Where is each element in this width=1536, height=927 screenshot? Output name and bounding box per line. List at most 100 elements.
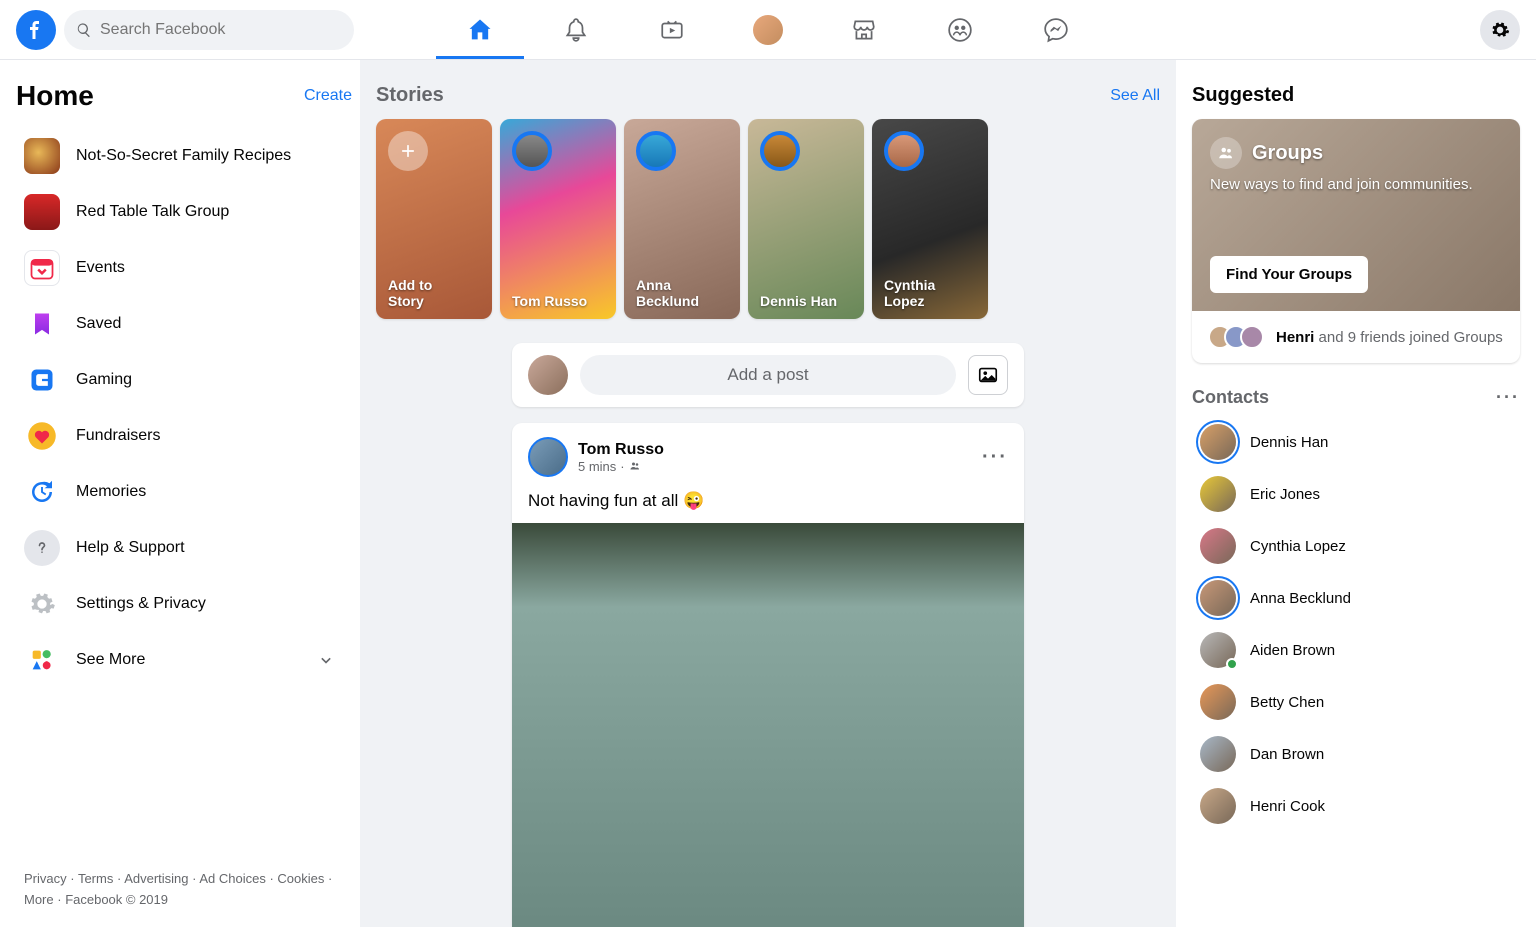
post-more-button[interactable]: ··· bbox=[982, 446, 1008, 469]
search-bar[interactable] bbox=[64, 10, 354, 50]
promo-subtitle: New ways to find and join communities. bbox=[1210, 175, 1502, 195]
video-icon bbox=[659, 17, 685, 43]
sidebar-item-label: Fundraisers bbox=[76, 427, 160, 445]
top-header bbox=[0, 0, 1536, 60]
facebook-logo[interactable] bbox=[16, 10, 56, 50]
nav-marketplace[interactable] bbox=[820, 0, 908, 59]
story-item[interactable]: Dennis Han bbox=[748, 119, 864, 319]
post-avatar[interactable] bbox=[528, 437, 568, 477]
story-avatar bbox=[512, 131, 552, 171]
post-time: 5 mins bbox=[578, 459, 616, 474]
post-author[interactable]: Tom Russo bbox=[578, 441, 664, 459]
saved-icon bbox=[24, 306, 60, 342]
story-item[interactable]: Cynthia Lopez bbox=[872, 119, 988, 319]
stories-row: Add to Story Tom Russo Anna Becklund Den… bbox=[376, 119, 1160, 319]
nav-watch[interactable] bbox=[628, 0, 716, 59]
contact-item[interactable]: Dennis Han bbox=[1192, 416, 1520, 468]
contact-avatar bbox=[1200, 424, 1236, 460]
main-feed: Stories See All Add to Story Tom Russo A… bbox=[360, 60, 1176, 927]
story-label: Anna Becklund bbox=[636, 277, 728, 309]
sidebar-item-fundraisers[interactable]: Fundraisers bbox=[16, 408, 352, 464]
avatar-stack bbox=[1208, 325, 1264, 349]
sidebar-item-saved[interactable]: Saved bbox=[16, 296, 352, 352]
sidebar-item-label: Red Table Talk Group bbox=[76, 203, 229, 221]
story-label: Add to Story bbox=[388, 277, 480, 309]
footer-link[interactable]: Cookies bbox=[277, 871, 324, 886]
home-title: Home bbox=[16, 80, 94, 112]
nav-messenger[interactable] bbox=[1012, 0, 1100, 59]
photo-icon bbox=[977, 364, 999, 386]
footer-link[interactable]: Advertising bbox=[124, 871, 188, 886]
composer-avatar[interactable] bbox=[528, 355, 568, 395]
search-input[interactable] bbox=[100, 21, 342, 39]
sidebar-item-gaming[interactable]: Gaming bbox=[16, 352, 352, 408]
contact-item[interactable]: Cynthia Lopez bbox=[1192, 520, 1520, 572]
sidebar-item-events[interactable]: Events bbox=[16, 240, 352, 296]
nav-notifications[interactable] bbox=[532, 0, 620, 59]
settings-privacy-icon bbox=[24, 586, 60, 622]
gear-icon bbox=[1490, 20, 1510, 40]
settings-button[interactable] bbox=[1480, 10, 1520, 50]
sidebar-item-label: Events bbox=[76, 259, 125, 277]
story-label: Tom Russo bbox=[512, 293, 604, 309]
composer-photo-button[interactable] bbox=[968, 355, 1008, 395]
sidebar-item-label: Saved bbox=[76, 315, 121, 333]
contacts-list: Dennis HanEric JonesCynthia LopezAnna Be… bbox=[1192, 416, 1520, 832]
composer-input[interactable]: Add a post bbox=[580, 355, 956, 395]
contact-avatar bbox=[1200, 528, 1236, 564]
post-text: Not having fun at all 😜 bbox=[512, 487, 1024, 523]
post-meta: 5 mins · bbox=[578, 459, 664, 474]
contact-avatar bbox=[1200, 788, 1236, 824]
contact-item[interactable]: Anna Becklund bbox=[1192, 572, 1520, 624]
nav-home[interactable] bbox=[436, 0, 524, 59]
nav-tabs bbox=[436, 0, 1100, 59]
story-item[interactable]: Anna Becklund bbox=[624, 119, 740, 319]
profile-avatar-icon bbox=[753, 15, 783, 45]
online-indicator bbox=[1226, 658, 1238, 670]
create-link[interactable]: Create bbox=[304, 87, 352, 105]
footer-link[interactable]: Privacy bbox=[24, 871, 67, 886]
stories-see-all[interactable]: See All bbox=[1110, 87, 1160, 105]
sidebar-item-help[interactable]: Help & Support bbox=[16, 520, 352, 576]
composer: Add a post bbox=[512, 343, 1024, 407]
contact-avatar bbox=[1200, 632, 1236, 668]
groups-promo[interactable]: Groups New ways to find and join communi… bbox=[1192, 119, 1520, 363]
groups-promo-icon bbox=[1210, 137, 1242, 169]
nav-profile[interactable] bbox=[724, 0, 812, 59]
contact-item[interactable]: Betty Chen bbox=[1192, 676, 1520, 728]
footer-link[interactable]: Terms bbox=[78, 871, 113, 886]
contact-name: Dan Brown bbox=[1250, 746, 1324, 763]
promo-friend-name: Henri bbox=[1276, 329, 1314, 346]
sidebar-item-redtable[interactable]: Red Table Talk Group bbox=[16, 184, 352, 240]
contact-item[interactable]: Henri Cook bbox=[1192, 780, 1520, 832]
nav-groups[interactable] bbox=[916, 0, 1004, 59]
sidebar-item-settings[interactable]: Settings & Privacy bbox=[16, 576, 352, 632]
stories-title: Stories bbox=[376, 84, 444, 107]
fundraisers-icon bbox=[24, 418, 60, 454]
story-label: Dennis Han bbox=[760, 293, 852, 309]
sidebar-item-label: Settings & Privacy bbox=[76, 595, 206, 613]
post-card: Tom Russo 5 mins · ··· Not having fun at… bbox=[512, 423, 1024, 927]
sidebar-item-seemore[interactable]: See More bbox=[16, 632, 352, 688]
memories-icon bbox=[24, 474, 60, 510]
contact-name: Henri Cook bbox=[1250, 798, 1325, 815]
story-add[interactable]: Add to Story bbox=[376, 119, 492, 319]
contact-item[interactable]: Eric Jones bbox=[1192, 468, 1520, 520]
contact-item[interactable]: Aiden Brown bbox=[1192, 624, 1520, 676]
post-image[interactable] bbox=[512, 523, 1024, 927]
footer-link[interactable]: More bbox=[24, 892, 54, 907]
sidebar-item-label: See More bbox=[76, 651, 145, 669]
suggested-title: Suggested bbox=[1192, 84, 1520, 107]
find-groups-button[interactable]: Find Your Groups bbox=[1210, 256, 1368, 293]
footer-link[interactable]: Ad Choices bbox=[199, 871, 265, 886]
story-item[interactable]: Tom Russo bbox=[500, 119, 616, 319]
messenger-icon bbox=[1043, 17, 1069, 43]
redtable-icon bbox=[24, 194, 60, 230]
home-icon bbox=[466, 16, 494, 44]
sidebar-item-recipes[interactable]: Not-So-Secret Family Recipes bbox=[16, 128, 352, 184]
story-avatar bbox=[636, 131, 676, 171]
contacts-more-button[interactable]: ··· bbox=[1496, 387, 1520, 408]
sidebar-item-memories[interactable]: Memories bbox=[16, 464, 352, 520]
contact-item[interactable]: Dan Brown bbox=[1192, 728, 1520, 780]
contact-name: Aiden Brown bbox=[1250, 642, 1335, 659]
